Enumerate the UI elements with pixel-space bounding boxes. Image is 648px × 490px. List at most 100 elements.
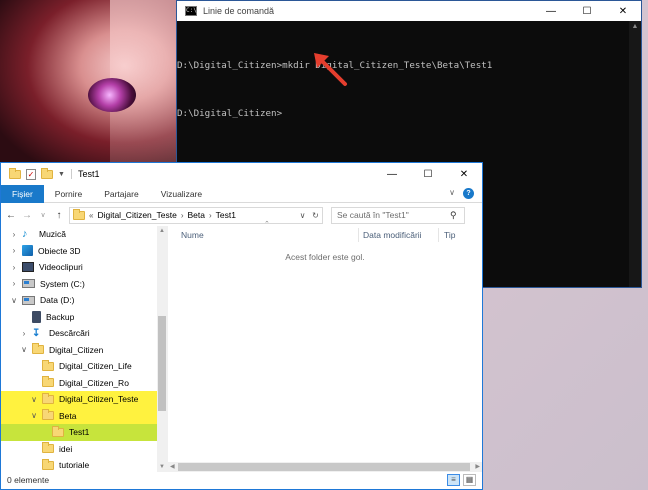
- scroll-up-icon[interactable]: ▲: [157, 228, 167, 234]
- large-icons-view-icon[interactable]: ▦: [463, 474, 476, 486]
- folder-icon: [32, 343, 44, 355]
- scrollbar-thumb[interactable]: [158, 316, 166, 411]
- download-icon: ↧: [32, 327, 41, 339]
- search-icon[interactable]: ⚲: [450, 210, 464, 221]
- scrollbar-thumb[interactable]: [178, 463, 470, 471]
- details-view-icon[interactable]: ≡: [447, 474, 460, 486]
- help-icon[interactable]: ?: [463, 188, 474, 199]
- tree-item-videos[interactable]: › Videoclipuri: [1, 259, 167, 276]
- breadcrumb-item[interactable]: Test1: [216, 210, 236, 220]
- tree-item-label: Data (D:): [40, 295, 75, 306]
- folder-icon: [42, 458, 54, 470]
- close-button[interactable]: ✕: [446, 164, 482, 184]
- tree-item-digital-citizen-life[interactable]: Digital_Citizen_Life: [1, 358, 167, 375]
- address-dropdown-icon[interactable]: ∨: [296, 211, 309, 220]
- recent-locations-icon[interactable]: ∨: [37, 211, 49, 219]
- tree-item-label: Digital_Citizen_Teste: [59, 394, 139, 405]
- sort-caret-icon: ⌃: [264, 221, 270, 228]
- folder-icon: [42, 392, 54, 404]
- folder-icon: [42, 442, 54, 454]
- breadcrumb-item[interactable]: Beta: [188, 210, 206, 220]
- 3d-objects-icon: [22, 245, 33, 257]
- scroll-down-icon[interactable]: ▼: [157, 464, 167, 470]
- cmd-titlebar[interactable]: C:\ Linie de comandă — ☐ ✕: [177, 1, 641, 21]
- refresh-icon[interactable]: ↻: [309, 211, 322, 220]
- cmd-window-title: Linie de comandă: [203, 6, 275, 16]
- tree-item-digital-citizen[interactable]: ∨ Digital_Citizen: [1, 342, 167, 359]
- cmd-scrollbar[interactable]: ▲: [629, 21, 641, 287]
- tree-item-label: Obiecte 3D: [38, 245, 81, 256]
- explorer-titlebar[interactable]: ✓ ▼ Test1 — ☐ ✕: [1, 163, 482, 185]
- address-bar[interactable]: « Digital_Citizen_Teste › Beta › Test1 ∨…: [69, 206, 323, 224]
- customize-toolbar-icon[interactable]: ▼: [58, 171, 65, 178]
- file-list-pane[interactable]: ⌃ Nume Data modificării Tip Acest folder…: [167, 221, 482, 472]
- tab-home[interactable]: Pornire: [44, 185, 93, 203]
- music-icon: ♪: [22, 228, 28, 241]
- status-bar: 0 elemente ≡ ▦: [1, 471, 482, 489]
- minimize-button[interactable]: —: [374, 164, 410, 184]
- item-count: 0 elemente: [7, 475, 50, 485]
- expand-chevron-icon[interactable]: ›: [9, 263, 19, 272]
- expand-chevron-icon[interactable]: ›: [9, 230, 19, 239]
- up-arrow-icon[interactable]: ↑: [53, 210, 65, 221]
- search-input[interactable]: Se caută în "Test1" ⚲: [331, 206, 465, 224]
- column-date-modified[interactable]: Data modificării: [358, 228, 422, 242]
- tree-item-system-c[interactable]: › System (C:): [1, 276, 167, 293]
- navigation-pane[interactable]: › ♪ Muzică › Obiecte 3D › Videoclipuri ›…: [1, 226, 167, 472]
- tree-item-data-d[interactable]: ∨ Data (D:): [1, 292, 167, 309]
- maximize-button[interactable]: ☐: [410, 164, 446, 184]
- tree-item-music[interactable]: › ♪ Muzică: [1, 226, 167, 243]
- folder-icon: [73, 208, 85, 220]
- collapse-chevron-icon[interactable]: ∨: [29, 395, 39, 404]
- properties-icon[interactable]: ✓: [26, 168, 36, 180]
- tree-item-beta[interactable]: ∨ Beta: [1, 407, 167, 424]
- red-annotation-arrow-icon: [314, 53, 347, 86]
- tree-item-tutoriale[interactable]: tutoriale: [1, 457, 167, 472]
- minimize-button[interactable]: —: [533, 1, 569, 21]
- column-headers: ⌃ Nume Data modificării Tip: [168, 221, 482, 244]
- tree-item-digital-citizen-ro[interactable]: Digital_Citizen_Ro: [1, 375, 167, 392]
- search-placeholder: Se caută în "Test1": [337, 210, 409, 220]
- tab-share[interactable]: Partajare: [93, 185, 150, 203]
- tree-item-test1[interactable]: Test1: [1, 424, 167, 441]
- drive-icon: [22, 295, 35, 305]
- expand-ribbon-icon[interactable]: ∨: [449, 188, 455, 199]
- tree-item-digital-citizen-teste[interactable]: ∨ Digital_Citizen_Teste: [1, 391, 167, 408]
- tree-item-3d-objects[interactable]: › Obiecte 3D: [1, 243, 167, 260]
- close-button[interactable]: ✕: [605, 1, 641, 21]
- tree-item-downloads[interactable]: › ↧ Descărcări: [1, 325, 167, 342]
- forward-arrow-icon[interactable]: →: [21, 210, 33, 221]
- empty-folder-message: Acest folder este gol.: [285, 252, 365, 262]
- breadcrumb-item[interactable]: Digital_Citizen_Teste: [97, 210, 176, 220]
- tab-file[interactable]: Fișier: [1, 184, 44, 203]
- file-explorer-window[interactable]: ✓ ▼ Test1 — ☐ ✕ Fișier Pornire Partajare…: [0, 162, 483, 490]
- folder-icon: [52, 425, 64, 437]
- navigation-pane-scrollbar[interactable]: ▲ ▼: [157, 226, 167, 472]
- expand-chevron-icon[interactable]: ›: [9, 279, 19, 288]
- tree-item-backup[interactable]: Backup: [1, 309, 167, 326]
- expand-chevron-icon[interactable]: ›: [19, 329, 29, 338]
- column-name[interactable]: Nume: [181, 230, 204, 240]
- ribbon-tabs: Fișier Pornire Partajare Vizualizare ∨ ?: [1, 184, 482, 203]
- column-type[interactable]: Tip: [438, 228, 456, 242]
- breadcrumb-chevron-icon[interactable]: ›: [181, 211, 184, 220]
- tree-item-label: Descărcări: [49, 328, 90, 339]
- tab-view[interactable]: Vizualizare: [150, 185, 213, 203]
- new-folder-icon[interactable]: [41, 167, 53, 179]
- tree-item-label: System (C:): [40, 278, 85, 289]
- breadcrumb-chevron-icon[interactable]: ›: [209, 211, 212, 220]
- tree-item-label: Muzică: [39, 229, 66, 240]
- drive-icon: [22, 279, 35, 289]
- breadcrumb-overflow[interactable]: «: [89, 211, 93, 220]
- folder-icon: [42, 376, 54, 388]
- cmd-console-output[interactable]: D:\Digital_Citizen>mkdir Digital_Citizen…: [177, 21, 641, 155]
- scroll-up-icon[interactable]: ▲: [629, 21, 641, 33]
- back-arrow-icon[interactable]: ←: [5, 210, 17, 221]
- collapse-chevron-icon[interactable]: ∨: [19, 345, 29, 354]
- expand-chevron-icon[interactable]: ›: [9, 246, 19, 255]
- collapse-chevron-icon[interactable]: ∨: [9, 296, 19, 305]
- collapse-chevron-icon[interactable]: ∨: [29, 411, 39, 420]
- tree-item-idei[interactable]: idei: [1, 441, 167, 458]
- maximize-button[interactable]: ☐: [569, 1, 605, 21]
- backup-icon: [32, 310, 41, 323]
